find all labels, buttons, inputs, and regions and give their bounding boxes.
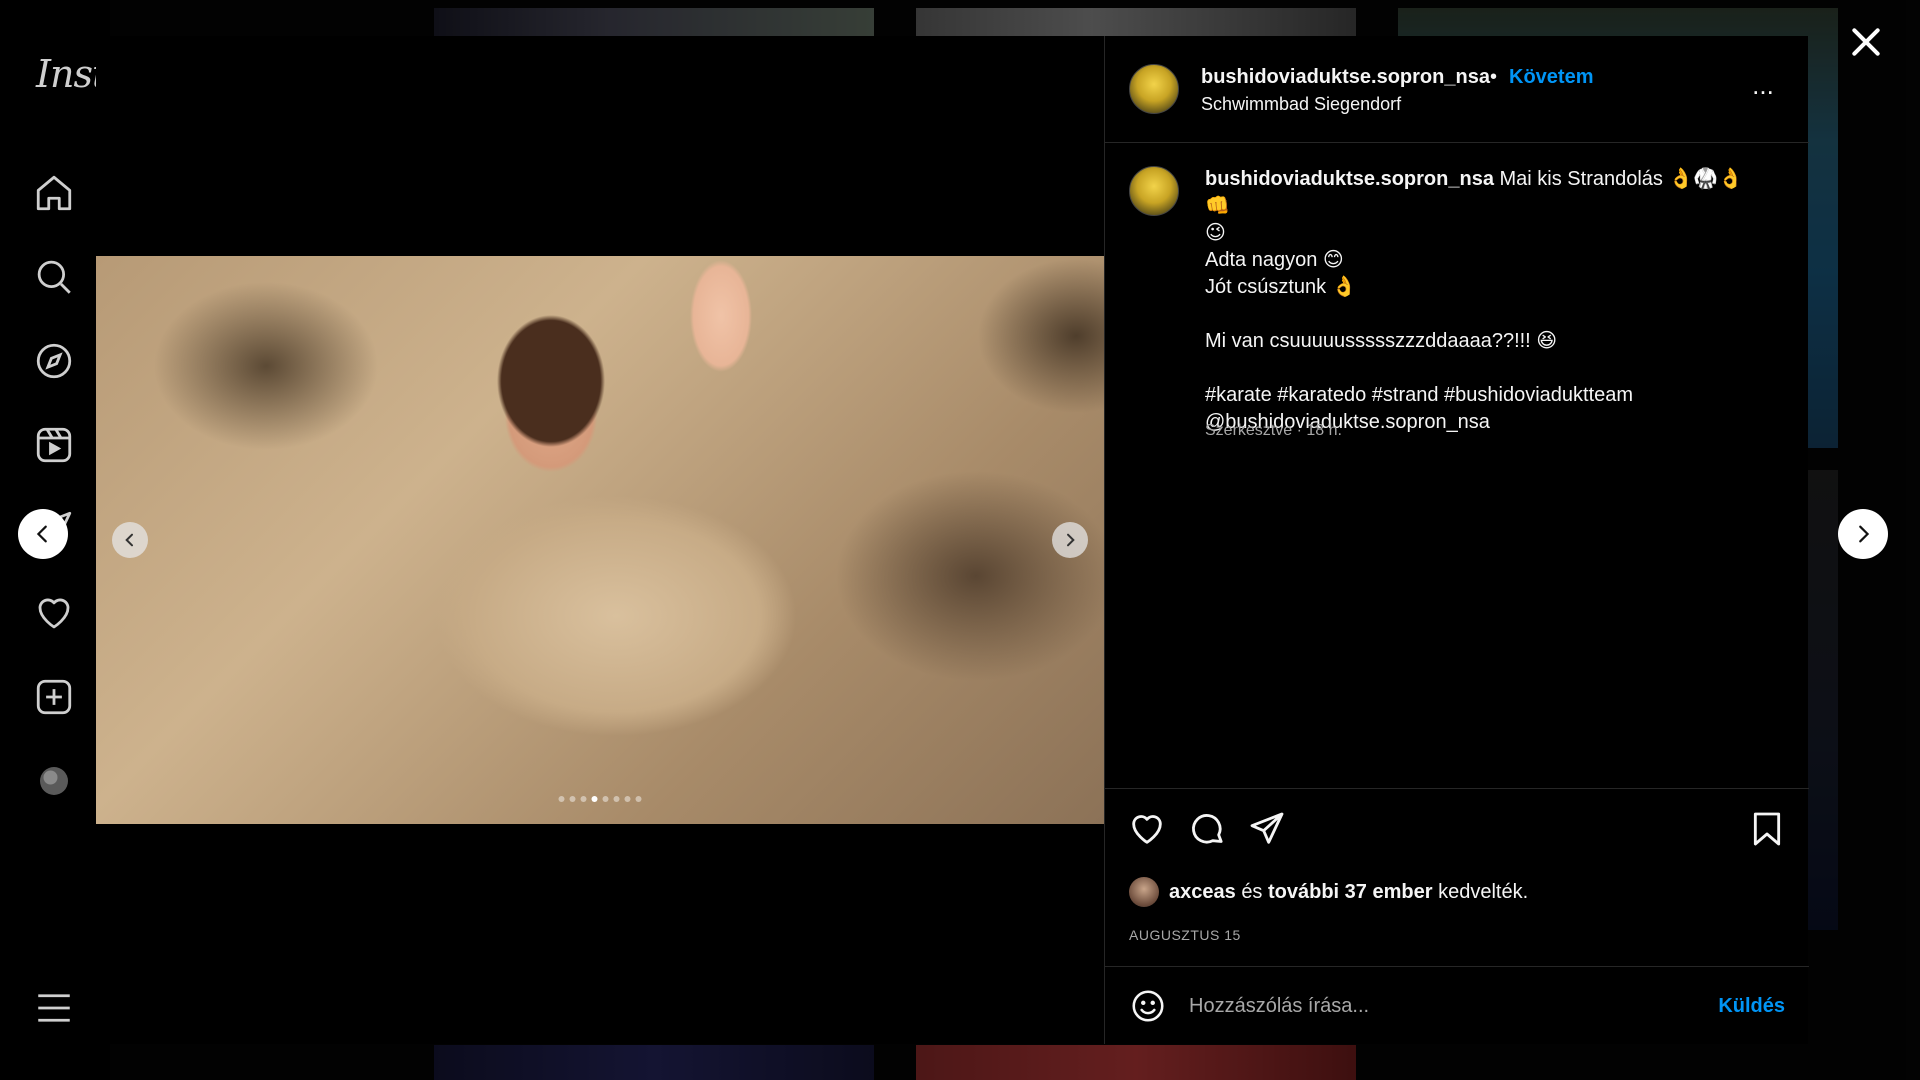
carousel-dot	[569, 796, 576, 802]
post-modal: bushidoviaduktse.sopron_nsa • Követem Sc…	[96, 36, 1809, 1044]
comment-input[interactable]	[1189, 989, 1669, 1023]
liker-avatar[interactable]	[1129, 877, 1159, 907]
likes-others-link[interactable]: további 37 ember	[1268, 881, 1433, 903]
caption-line: Jót csúsztunk 👌	[1205, 276, 1357, 298]
post-date: AUGUSZTUS 15	[1129, 927, 1241, 943]
menu-icon[interactable]	[33, 987, 75, 1029]
post-caption: bushidoviaduktse.sopron_nsa Mai kis Stra…	[1205, 166, 1765, 436]
likes-conjunction: és	[1241, 880, 1263, 903]
carousel-dot	[558, 796, 565, 802]
carousel-dot	[613, 796, 620, 802]
home-icon[interactable]	[33, 172, 75, 214]
caption-line: Adta nagyon 😊	[1205, 249, 1344, 271]
carousel-dot	[635, 796, 642, 802]
previous-post-button[interactable]	[18, 509, 68, 559]
create-icon[interactable]	[33, 676, 75, 718]
share-icon[interactable]	[1247, 809, 1287, 849]
reels-icon[interactable]	[33, 424, 75, 466]
follow-button[interactable]: Követem	[1509, 66, 1593, 89]
author-username[interactable]: bushidoviaduktse.sopron_nsa	[1201, 66, 1490, 89]
carousel-dot	[624, 796, 631, 802]
edited-timestamp: Szerkesztve · 18 h.	[1205, 422, 1342, 439]
carousel-next-button[interactable]	[1052, 522, 1088, 558]
comment-icon[interactable]	[1187, 809, 1227, 849]
page: Inst bushidoviaduktse.sopron_nsa • Követ…	[0, 0, 1920, 1080]
close-icon[interactable]	[1846, 22, 1886, 62]
send-comment-button[interactable]: Küldés	[1718, 995, 1785, 1018]
carousel-indicator	[558, 796, 642, 802]
carousel-dot	[580, 796, 587, 802]
search-icon[interactable]	[33, 256, 75, 298]
caption-line: Mi van csuuuuussssszzzddaaaa??!!! 😆	[1205, 330, 1558, 352]
likes-summary: axceas és további 37 ember kedvelték.	[1129, 877, 1528, 907]
post-header: bushidoviaduktse.sopron_nsa • Követem Sc…	[1105, 36, 1809, 143]
post-side-panel: bushidoviaduktse.sopron_nsa • Követem Sc…	[1104, 36, 1809, 1044]
save-icon[interactable]	[1747, 809, 1787, 849]
like-icon[interactable]	[1127, 809, 1167, 849]
caption-hashtags[interactable]: #karate #karatedo #strand #bushidoviaduk…	[1205, 382, 1765, 409]
next-post-button[interactable]	[1838, 509, 1888, 559]
carousel-dot	[602, 796, 609, 802]
caption-author-avatar[interactable]	[1129, 166, 1179, 216]
caption-line: 😉	[1205, 222, 1226, 244]
more-options-button[interactable]: ...	[1747, 72, 1779, 100]
likes-suffix: kedvelték.	[1438, 880, 1529, 903]
post-photo[interactable]	[96, 256, 1104, 824]
author-avatar[interactable]	[1129, 64, 1179, 114]
caption-line: bushidoviaduktse.sopron_nsa Mai kis Stra…	[1205, 166, 1765, 220]
carousel-dot	[591, 796, 598, 802]
likes-text: axceas és további 37 ember kedvelték.	[1169, 881, 1528, 904]
header-separator: •	[1490, 66, 1498, 88]
liker-username[interactable]: axceas	[1169, 881, 1236, 903]
notifications-icon[interactable]	[33, 592, 75, 634]
profile-icon[interactable]	[33, 760, 75, 802]
post-location[interactable]: Schwimmbad Siegendorf	[1201, 94, 1401, 115]
caption-username[interactable]: bushidoviaduktse.sopron_nsa	[1205, 168, 1494, 190]
carousel-prev-button[interactable]	[112, 522, 148, 558]
emoji-icon[interactable]	[1129, 987, 1167, 1025]
comment-bar: Küldés	[1105, 966, 1809, 1044]
explore-icon[interactable]	[33, 340, 75, 382]
